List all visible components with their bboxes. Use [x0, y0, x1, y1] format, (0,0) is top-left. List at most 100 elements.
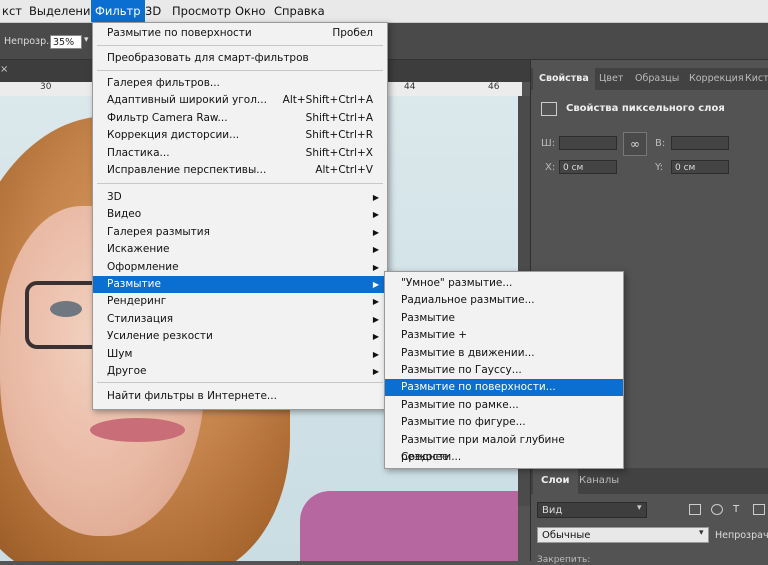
filter-menu-item[interactable]: Рендеринг ▶	[93, 293, 387, 310]
ruler-mark: 30	[40, 82, 52, 92]
layer-kind-filter[interactable]: Вид	[537, 502, 647, 518]
filter-menu-item[interactable]: Размытие ▶	[93, 276, 387, 293]
tab-properties[interactable]: Свойства	[533, 68, 595, 90]
blur-menu-item[interactable]: Среднее	[385, 449, 623, 466]
menu-item-label: Размытие в движении...	[401, 346, 535, 359]
blur-menu-item[interactable]: Радиальное размытие...	[385, 292, 623, 309]
filter-menu-item[interactable]: Найти фильтры в Интернете...	[93, 388, 387, 405]
adjustment-filter-icon[interactable]	[711, 504, 723, 515]
menu-item-shortcut: Пробел	[332, 27, 373, 39]
blur-menu-item[interactable]: Размытие +	[385, 327, 623, 344]
filter-menu-item[interactable]: Галерея фильтров...	[93, 75, 387, 92]
menu-item-shortcut: Alt+Shift+Ctrl+A	[282, 94, 373, 107]
menu-item-label: Размытие по Гауссу...	[401, 364, 522, 376]
submenu-arrow-icon: ▶	[372, 227, 379, 237]
menu-item-label: Оформление	[107, 260, 179, 273]
menu-window[interactable]: Окно	[231, 0, 270, 22]
opacity-field[interactable]: 35%	[50, 35, 82, 49]
menu-separator	[97, 45, 383, 46]
filter-menu-item[interactable]: 3D ▶	[93, 189, 387, 206]
layers-tab-bar: Слои Каналы	[531, 468, 768, 494]
chevron-down-icon[interactable]: ▾	[637, 503, 642, 513]
blur-menu-item[interactable]: Размытие по рамке...	[385, 397, 623, 414]
filter-menu-item[interactable]: Видео ▶	[93, 206, 387, 223]
menu-item-label: Видео	[107, 208, 142, 221]
tab-channels[interactable]: Каналы	[571, 468, 627, 494]
menu-help[interactable]: Справка	[270, 0, 329, 22]
filter-menu-item[interactable]: Исправление перспективы... Alt+Ctrl+V	[93, 162, 387, 179]
menu-item-label: Размытие +	[401, 329, 468, 342]
photo-lips	[90, 418, 185, 442]
shape-filter-icon[interactable]	[753, 504, 765, 515]
link-icon[interactable]: ∞	[623, 132, 647, 156]
menu-item-label: Адаптивный широкий угол...	[107, 94, 267, 107]
menu-item-label: "Умное" размытие...	[401, 277, 513, 289]
tab-color[interactable]: Цвет	[593, 68, 629, 90]
menu-item-label: 3D	[107, 191, 122, 203]
image-filter-icon[interactable]	[689, 504, 701, 515]
menu-item-label: Усиление резкости	[107, 330, 213, 343]
ruler-mark: 46	[488, 82, 500, 92]
menu-separator	[97, 70, 383, 71]
tab-brushes[interactable]: Кисти	[739, 68, 768, 90]
filter-menu-item[interactable]: Искажение ▶	[93, 241, 387, 258]
height-field[interactable]	[671, 136, 729, 150]
menu-view[interactable]: Просмотр	[168, 0, 235, 22]
menu-item-label: Шум	[107, 347, 133, 360]
close-icon[interactable]: ×	[0, 64, 8, 75]
menu-item-label: Стилизация	[107, 312, 174, 325]
menu-item-label: Галерея фильтров...	[107, 77, 220, 89]
blur-menu-item[interactable]: "Умное" размытие...	[385, 275, 623, 292]
menu-3d[interactable]: 3D	[141, 0, 165, 22]
menu-item-label: Преобразовать для смарт-фильтров	[107, 52, 309, 64]
submenu-arrow-icon: ▶	[372, 210, 379, 220]
blur-menu-item[interactable]: Размытие при малой глубине резкости...	[385, 432, 623, 463]
filter-menu-item[interactable]: Шум ▶	[93, 346, 387, 363]
filter-menu-item[interactable]: Пластика... Shift+Ctrl+X	[93, 145, 387, 162]
type-filter-icon[interactable]: T	[733, 504, 745, 515]
filter-menu-item[interactable]: Преобразовать для смарт-фильтров	[93, 50, 387, 67]
y-field[interactable]: 0 см	[671, 160, 729, 174]
blur-menu-item[interactable]: Размытие по Гауссу...	[385, 362, 623, 379]
submenu-arrow-icon: ▶	[372, 280, 379, 289]
menu-item-label: Среднее	[401, 451, 449, 463]
width-field[interactable]	[559, 136, 617, 150]
opacity-label: Непрозр.:	[4, 36, 53, 47]
menu-item-label: Исправление перспективы...	[107, 164, 267, 176]
filter-menu-item[interactable]: Галерея размытия ▶	[93, 224, 387, 241]
properties-tab-bar: Свойства Цвет Образцы Коррекция Кисти	[531, 68, 768, 90]
lock-label: Закрепить:	[537, 555, 591, 565]
filter-menu-item[interactable]: Фильтр Camera Raw... Shift+Ctrl+A	[93, 110, 387, 127]
blur-menu-item[interactable]: Размытие в движении...	[385, 345, 623, 362]
tab-swatches[interactable]: Образцы	[629, 68, 685, 90]
x-field[interactable]: 0 см	[559, 160, 617, 174]
filter-menu-item[interactable]: Другое ▶	[93, 363, 387, 380]
submenu-arrow-icon: ▶	[372, 332, 379, 342]
menu-item-label: Размытие по рамке...	[401, 398, 519, 411]
photo-shirt	[300, 491, 518, 561]
submenu-arrow-icon: ▶	[372, 367, 379, 376]
blend-mode-select[interactable]: Обычные	[537, 527, 709, 543]
menu-edit[interactable]: кст	[0, 0, 26, 22]
menu-item-label: Размытие по поверхности	[107, 27, 252, 39]
menu-item-shortcut: Shift+Ctrl+R	[305, 129, 373, 142]
menu-filter[interactable]: Фильтр	[91, 0, 145, 22]
blur-menu-item[interactable]: Размытие по поверхности...	[385, 379, 623, 397]
filter-menu-item[interactable]: Размытие по поверхности Пробел	[93, 25, 387, 42]
chevron-down-icon[interactable]: ▾	[699, 528, 704, 538]
blur-submenu: "Умное" размытие... Радиальное размытие..…	[384, 271, 624, 469]
submenu-arrow-icon: ▶	[372, 297, 379, 307]
menu-item-label: Галерея размытия	[107, 225, 210, 238]
opacity-dropdown-icon[interactable]: ▾	[84, 35, 89, 45]
blur-menu-item[interactable]: Размытие	[385, 310, 623, 327]
submenu-arrow-icon: ▶	[372, 245, 379, 255]
menu-item-shortcut: Shift+Ctrl+X	[305, 146, 373, 159]
filter-menu-item[interactable]: Оформление ▶	[93, 259, 387, 276]
menubar: кст Выделение Фильтр 3D Просмотр Окно Сп…	[0, 0, 768, 23]
x-label: X:	[545, 162, 556, 173]
blur-menu-item[interactable]: Размытие по фигуре...	[385, 414, 623, 431]
filter-menu-item[interactable]: Адаптивный широкий угол... Alt+Shift+Ctrl…	[93, 92, 387, 109]
filter-menu-item[interactable]: Стилизация ▶	[93, 311, 387, 328]
filter-menu-item[interactable]: Усиление резкости ▶	[93, 328, 387, 345]
filter-menu-item[interactable]: Коррекция дисторсии... Shift+Ctrl+R	[93, 127, 387, 144]
